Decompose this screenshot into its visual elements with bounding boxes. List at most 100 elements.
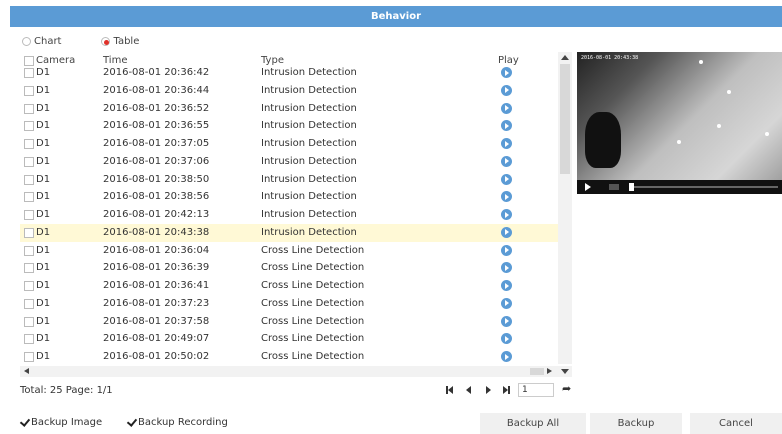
table-radio[interactable] xyxy=(101,37,111,46)
backup-recording-checkbox[interactable] xyxy=(127,418,136,427)
header-camera[interactable]: Camera xyxy=(36,56,75,66)
play-icon[interactable] xyxy=(501,120,512,132)
row-type: Cross Line Detection xyxy=(261,262,365,274)
play-icon[interactable] xyxy=(501,173,512,185)
row-camera: D1 xyxy=(36,297,51,309)
play-icon[interactable] xyxy=(501,315,512,327)
row-checkbox[interactable] xyxy=(24,281,34,293)
play-icon[interactable] xyxy=(501,333,512,345)
backup-button[interactable]: Backup xyxy=(590,413,682,434)
table-row[interactable]: D1 2016-08-01 20:38:50 Intrusion Detection xyxy=(20,171,560,189)
row-checkbox[interactable] xyxy=(24,174,34,187)
play-icon[interactable] xyxy=(501,244,512,256)
row-checkbox[interactable] xyxy=(24,121,34,133)
row-type: Intrusion Detection xyxy=(261,120,357,132)
play-icon[interactable] xyxy=(501,191,512,203)
cancel-button[interactable]: Cancel xyxy=(690,413,782,434)
row-checkbox[interactable] xyxy=(24,316,34,329)
table-row[interactable]: D1 2016-08-01 20:37:23 Cross Line Detectio… xyxy=(20,295,560,313)
table-row[interactable]: D1 2016-08-01 20:36:55 Intrusion Detection xyxy=(20,117,560,135)
scroll-up-arrow-icon[interactable] xyxy=(561,55,569,60)
table-horizontal-scrollbar[interactable] xyxy=(20,366,572,377)
row-time: 2016-08-01 20:36:41 xyxy=(103,280,210,291)
play-icon[interactable] xyxy=(501,102,512,114)
row-checkbox[interactable] xyxy=(24,298,34,311)
page-number-input[interactable] xyxy=(518,383,554,397)
row-checkbox[interactable] xyxy=(24,139,34,151)
play-icon[interactable] xyxy=(501,226,512,238)
row-camera: D1 xyxy=(36,173,51,185)
header-time[interactable]: Time xyxy=(103,56,127,66)
table-row[interactable]: D1 2016-08-01 20:42:13 Intrusion Detection xyxy=(20,206,560,224)
backup-recording-option[interactable]: Backup Recording xyxy=(127,417,228,428)
go-to-page-icon[interactable]: ➦ xyxy=(562,383,572,394)
play-icon[interactable] xyxy=(501,138,512,149)
table-row[interactable]: D1 2016-08-01 20:37:05 Intrusion Detection xyxy=(20,135,560,153)
scroll-down-arrow-icon[interactable] xyxy=(561,369,569,374)
chart-radio[interactable] xyxy=(22,37,31,46)
table-row[interactable]: D1 2016-08-01 20:36:44 Intrusion Detection xyxy=(20,82,560,100)
play-icon[interactable] xyxy=(501,351,512,362)
table-row[interactable]: D1 2016-08-01 20:43:38 Intrusion Detection xyxy=(20,223,560,242)
backup-image-checkbox[interactable] xyxy=(20,418,29,427)
next-page-icon[interactable] xyxy=(486,386,491,394)
play-icon[interactable] xyxy=(501,155,512,167)
row-time: 2016-08-01 20:49:07 xyxy=(103,333,210,345)
select-all-checkbox[interactable] xyxy=(24,56,34,67)
row-checkbox[interactable] xyxy=(24,227,34,240)
table-row[interactable]: D1 2016-08-01 20:36:41 Cross Line Detectio… xyxy=(20,277,560,295)
table-row[interactable]: D1 2016-08-01 20:37:58 Cross Line Detectio… xyxy=(20,313,560,331)
video-stop-icon[interactable] xyxy=(609,184,619,190)
chart-radio-option[interactable]: Chart xyxy=(22,36,61,47)
play-icon[interactable] xyxy=(501,262,512,274)
header-type[interactable]: Type xyxy=(261,56,284,66)
row-checkbox[interactable] xyxy=(24,85,34,98)
row-checkbox[interactable] xyxy=(24,245,34,258)
horizontal-scroll-thumb[interactable] xyxy=(530,368,544,375)
row-type: Intrusion Detection xyxy=(261,173,357,185)
row-camera: D1 xyxy=(36,84,51,96)
row-type: Intrusion Detection xyxy=(261,191,357,203)
video-frame: 2016-08-01 20:43:38 xyxy=(577,52,782,180)
row-camera: D1 xyxy=(36,333,51,345)
table-row[interactable]: D1 2016-08-01 20:49:07 Cross Line Detectio… xyxy=(20,330,560,348)
play-icon[interactable] xyxy=(501,280,512,291)
table-radio-option[interactable]: Table xyxy=(101,36,139,47)
table-row[interactable]: D1 2016-08-01 20:37:06 Intrusion Detection xyxy=(20,153,560,171)
total-page-info: Total: 25 Page: 1/1 xyxy=(20,385,113,396)
row-time: 2016-08-01 20:42:13 xyxy=(103,209,210,220)
prev-page-icon[interactable] xyxy=(466,386,471,394)
table-vertical-scrollbar[interactable] xyxy=(558,52,572,364)
video-play-icon[interactable] xyxy=(585,183,591,191)
video-progress-handle[interactable] xyxy=(629,183,634,191)
row-checkbox[interactable] xyxy=(24,263,34,275)
row-checkbox[interactable] xyxy=(24,156,34,169)
play-icon[interactable] xyxy=(501,84,512,96)
vertical-scroll-thumb[interactable] xyxy=(560,64,570,174)
table-row[interactable]: D1 2016-08-01 20:36:39 Cross Line Detectio… xyxy=(20,259,560,277)
scroll-right-arrow-icon[interactable] xyxy=(547,368,552,374)
row-type: Cross Line Detection xyxy=(261,351,365,362)
row-checkbox[interactable] xyxy=(24,210,34,222)
row-time: 2016-08-01 20:37:58 xyxy=(103,315,210,327)
backup-all-button[interactable]: Backup All xyxy=(480,413,586,434)
row-time: 2016-08-01 20:36:55 xyxy=(103,120,210,132)
row-type: Cross Line Detection xyxy=(261,297,365,309)
row-checkbox[interactable] xyxy=(24,192,34,204)
video-preview[interactable]: 2016-08-01 20:43:38 xyxy=(577,52,782,194)
video-progress-track[interactable] xyxy=(633,186,778,188)
table-row[interactable]: D1 2016-08-01 20:38:56 Intrusion Detection xyxy=(20,188,560,206)
table-row[interactable]: D1 2016-08-01 20:36:52 Intrusion Detection xyxy=(20,100,560,118)
events-table: D1 2016-08-01 20:36:42 Intrusion Detection… xyxy=(20,52,572,366)
row-checkbox[interactable] xyxy=(24,334,34,346)
play-icon[interactable] xyxy=(501,297,512,309)
backup-image-option[interactable]: Backup Image xyxy=(20,417,102,428)
table-row[interactable]: D1 2016-08-01 20:36:04 Cross Line Detectio… xyxy=(20,242,560,260)
play-icon[interactable] xyxy=(501,209,512,220)
scroll-left-arrow-icon[interactable] xyxy=(24,368,29,374)
row-checkbox[interactable] xyxy=(24,352,34,364)
row-type: Intrusion Detection xyxy=(261,155,357,167)
row-checkbox[interactable] xyxy=(24,103,34,116)
row-type: Intrusion Detection xyxy=(261,226,357,238)
table-row[interactable]: D1 2016-08-01 20:50:02 Cross Line Detectio… xyxy=(20,348,560,366)
